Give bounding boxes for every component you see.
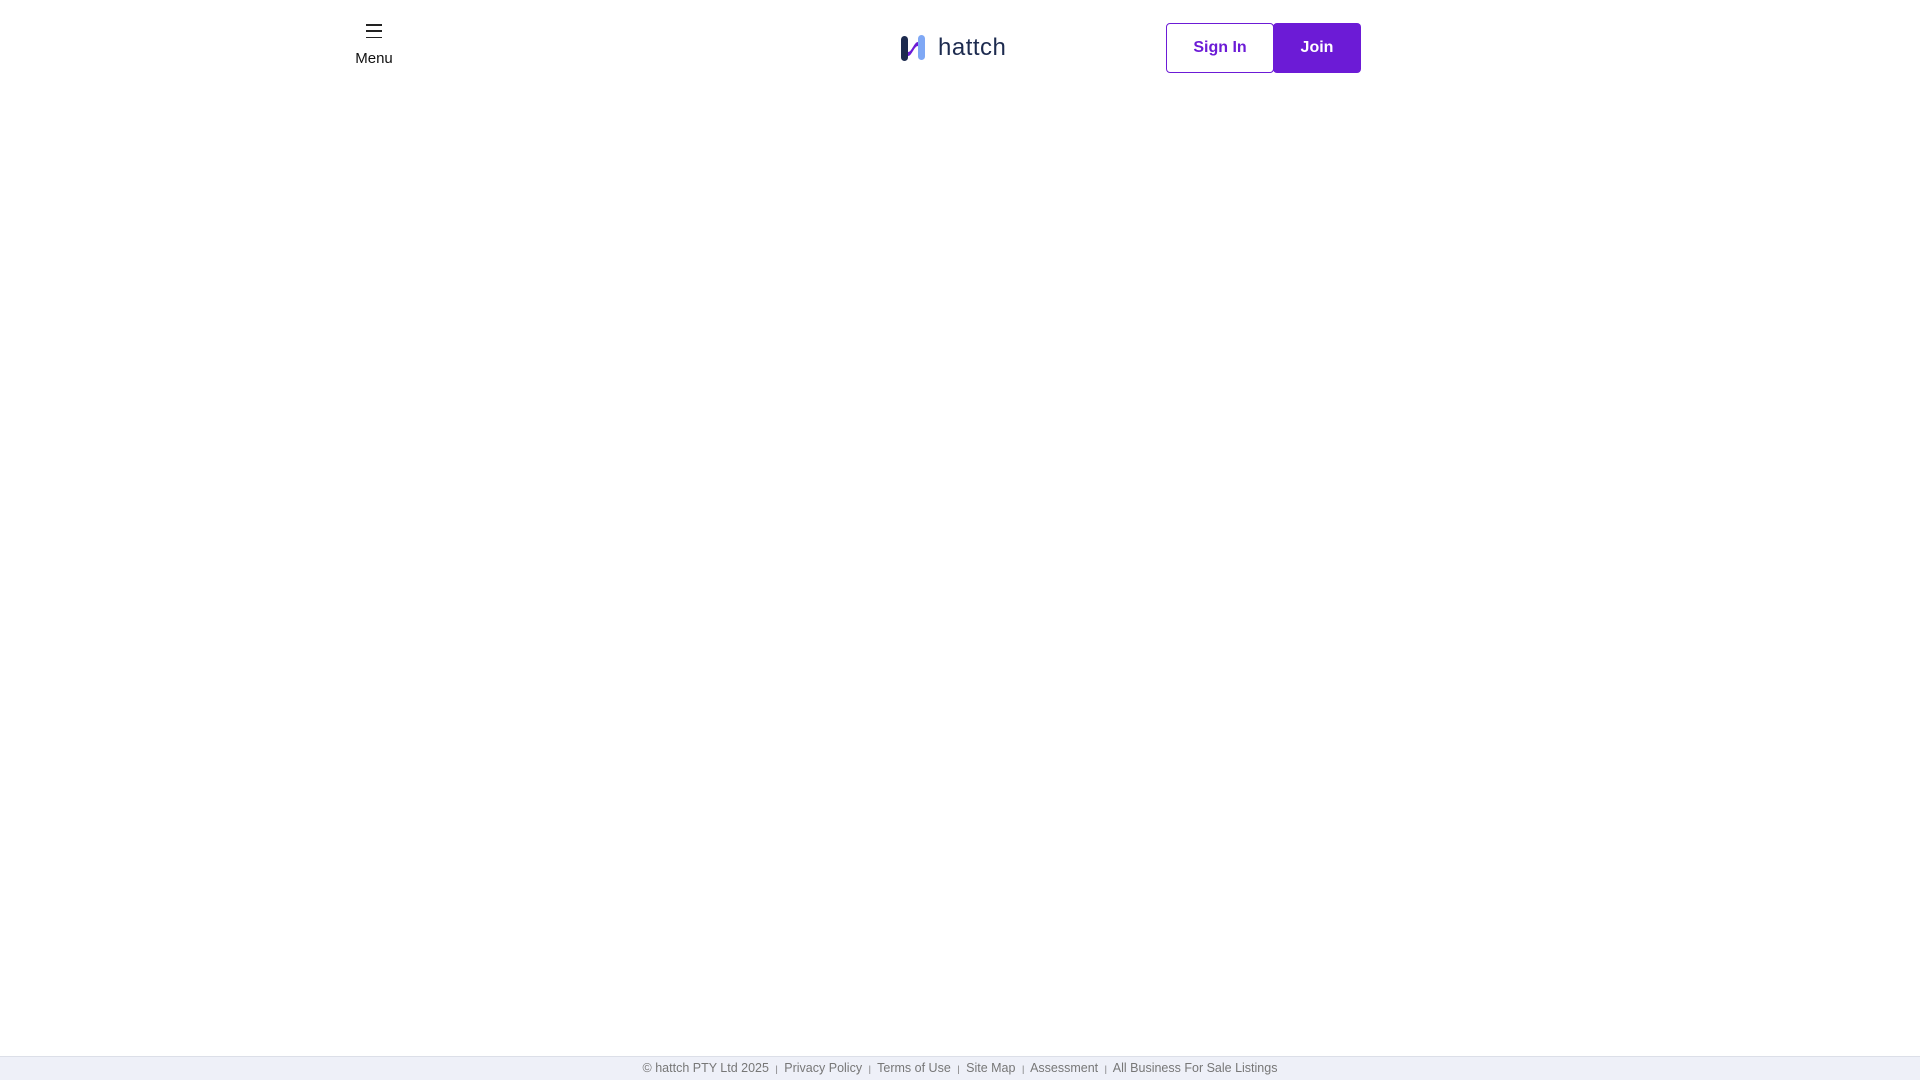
hamburger-icon xyxy=(366,24,382,38)
separator: | xyxy=(868,1064,871,1074)
hattch-logo-icon xyxy=(901,35,925,61)
sign-in-button[interactable]: Sign In xyxy=(1166,23,1274,73)
site-map-link[interactable]: Site Map xyxy=(966,1061,1015,1075)
menu-label: Menu xyxy=(355,50,393,67)
separator: | xyxy=(1021,1064,1025,1074)
logo-text: hattch xyxy=(938,34,1007,61)
separator: | xyxy=(1104,1064,1107,1074)
all-listings-link[interactable]: All Business For Sale Listings xyxy=(1113,1061,1278,1075)
assessment-link[interactable]: Assessment xyxy=(1030,1061,1098,1075)
terms-of-use-link[interactable]: Terms of Use xyxy=(877,1061,951,1075)
privacy-policy-link[interactable]: Privacy Policy xyxy=(784,1061,862,1075)
logo[interactable]: hattch xyxy=(900,34,1006,62)
separator: | xyxy=(775,1064,778,1074)
separator: | xyxy=(957,1064,960,1074)
copyright: © hattch PTY Ltd 2025 xyxy=(642,1061,769,1075)
menu-button[interactable]: Menu xyxy=(350,24,398,67)
join-button[interactable]: Join xyxy=(1273,23,1361,73)
footer: © hattch PTY Ltd 2025 | Privacy Policy |… xyxy=(0,1056,1920,1080)
